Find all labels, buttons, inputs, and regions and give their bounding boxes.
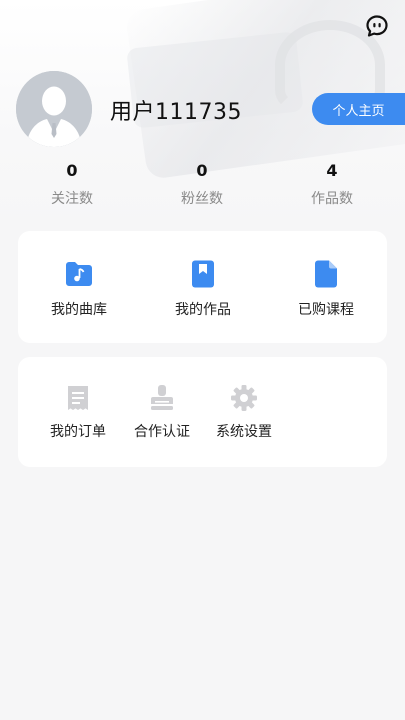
stat-value: 0 bbox=[196, 161, 208, 180]
main-menu-card: 我的曲库 我的作品 已购课程 bbox=[18, 231, 387, 343]
menu-item-my-works[interactable]: 我的作品 bbox=[153, 259, 253, 319]
menu-item-system-settings[interactable]: 系统设置 bbox=[204, 383, 284, 441]
secondary-menu-card: 我的订单 合作认证 系统设置 bbox=[18, 357, 387, 467]
bookmark-book-icon bbox=[192, 260, 214, 288]
stat-label: 粉丝数 bbox=[181, 191, 223, 207]
default-avatar-icon bbox=[16, 71, 92, 147]
chat-bubble-icon[interactable] bbox=[365, 14, 389, 38]
menu-item-label: 我的订单 bbox=[50, 424, 106, 440]
stat-works[interactable]: 4 作品数 bbox=[287, 160, 377, 208]
menu-item-label: 合作认证 bbox=[134, 424, 190, 440]
receipt-icon bbox=[68, 386, 88, 410]
stamp-icon bbox=[151, 385, 173, 410]
stat-label: 作品数 bbox=[311, 191, 353, 207]
stat-value: 4 bbox=[326, 161, 338, 180]
menu-item-partner-certification[interactable]: 合作认证 bbox=[122, 383, 202, 441]
avatar[interactable] bbox=[16, 71, 92, 147]
menu-item-label: 我的作品 bbox=[175, 302, 231, 318]
menu-item-label: 我的曲库 bbox=[51, 302, 107, 318]
menu-item-purchased-courses[interactable]: 已购课程 bbox=[276, 259, 376, 319]
menu-item-label: 系统设置 bbox=[216, 424, 272, 440]
stat-following[interactable]: 0 关注数 bbox=[27, 160, 117, 208]
document-icon bbox=[315, 260, 337, 288]
music-folder-icon bbox=[66, 262, 92, 286]
gear-icon bbox=[231, 385, 257, 411]
stat-followers[interactable]: 0 粉丝数 bbox=[157, 160, 247, 208]
stat-label: 关注数 bbox=[51, 191, 93, 207]
menu-item-label: 已购课程 bbox=[298, 302, 354, 318]
menu-item-my-orders[interactable]: 我的订单 bbox=[38, 383, 118, 441]
username: 用户111735 bbox=[110, 100, 242, 125]
homepage-button[interactable]: 个人主页 bbox=[312, 93, 405, 125]
stat-value: 0 bbox=[66, 161, 78, 180]
menu-item-music-library[interactable]: 我的曲库 bbox=[29, 259, 129, 319]
